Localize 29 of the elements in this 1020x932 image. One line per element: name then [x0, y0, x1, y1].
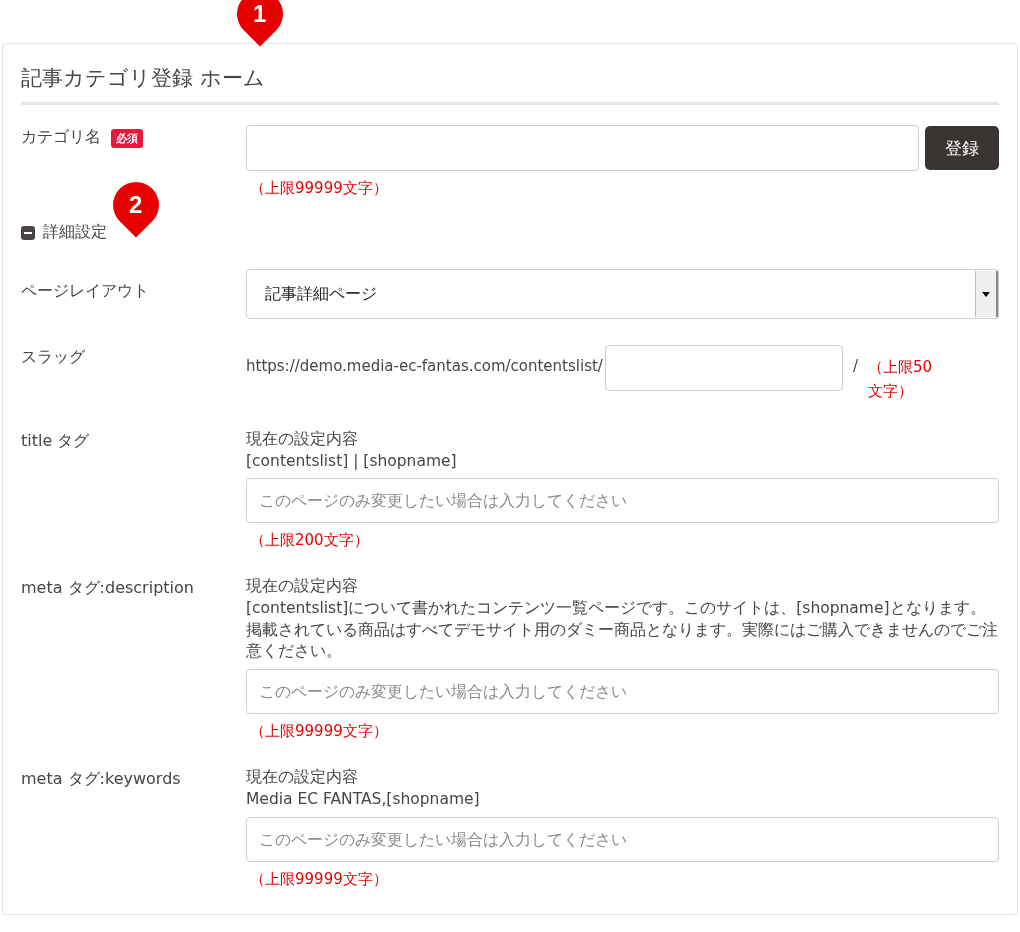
field-label: meta タグ:keywords: [21, 769, 181, 791]
layout-dropdown[interactable]: 記事詳細ページ: [246, 269, 999, 319]
url-suffix: /: [851, 356, 859, 375]
current-label: 現在の設定内容: [246, 576, 359, 598]
current-label: 現在の設定内容: [246, 429, 359, 450]
limit-note: （上限50文字）: [867, 357, 934, 402]
text-field[interactable]: このページのみ変更したい場合は入力してください: [246, 669, 999, 715]
field-label: カテゴリ名: [21, 127, 101, 148]
field-label: meta タグ:description: [21, 578, 194, 600]
collapse-icon[interactable]: [21, 225, 35, 240]
input-field[interactable]: [246, 125, 919, 171]
current-value: [contentslist] | [shopname]: [246, 450, 458, 472]
limit-note: （上限99999文字）: [250, 722, 389, 742]
current-value: [contentslist]について書かれたコンテンツ一覧ページです。このサイトは、[shopname]となります。掲載されている商品はすべてデモサイト用のダミー商品となります。実際にはご購入できませんのでご注意ください。: [246, 598, 999, 663]
limit-note: （上限200文字）: [250, 531, 370, 551]
register-button[interactable]: 登録: [925, 126, 999, 170]
slug-field[interactable]: [604, 345, 843, 391]
url-prefix: https://demo.media-ec-fantas.com/contentslist/: [246, 356, 603, 375]
page-title: 記事カテゴリ登録 ホーム: [21, 65, 266, 92]
current-value: Media EC FANTAS,[shopname]: [246, 788, 481, 810]
limit-note: （上限99999文字）: [250, 869, 389, 889]
field-label: ページレイアウト: [21, 281, 149, 302]
field-label: スラッグ: [21, 347, 85, 368]
current-label: 現在の設定内容: [246, 767, 359, 789]
field-label: title タグ: [21, 431, 90, 452]
text-field[interactable]: このページのみ変更したい場合は入力してください: [246, 478, 999, 524]
limit-note: （上限99999文字）: [250, 179, 389, 198]
required-badge: 必須: [111, 129, 143, 148]
text-field[interactable]: このページのみ変更したい場合は入力してください: [246, 816, 999, 862]
